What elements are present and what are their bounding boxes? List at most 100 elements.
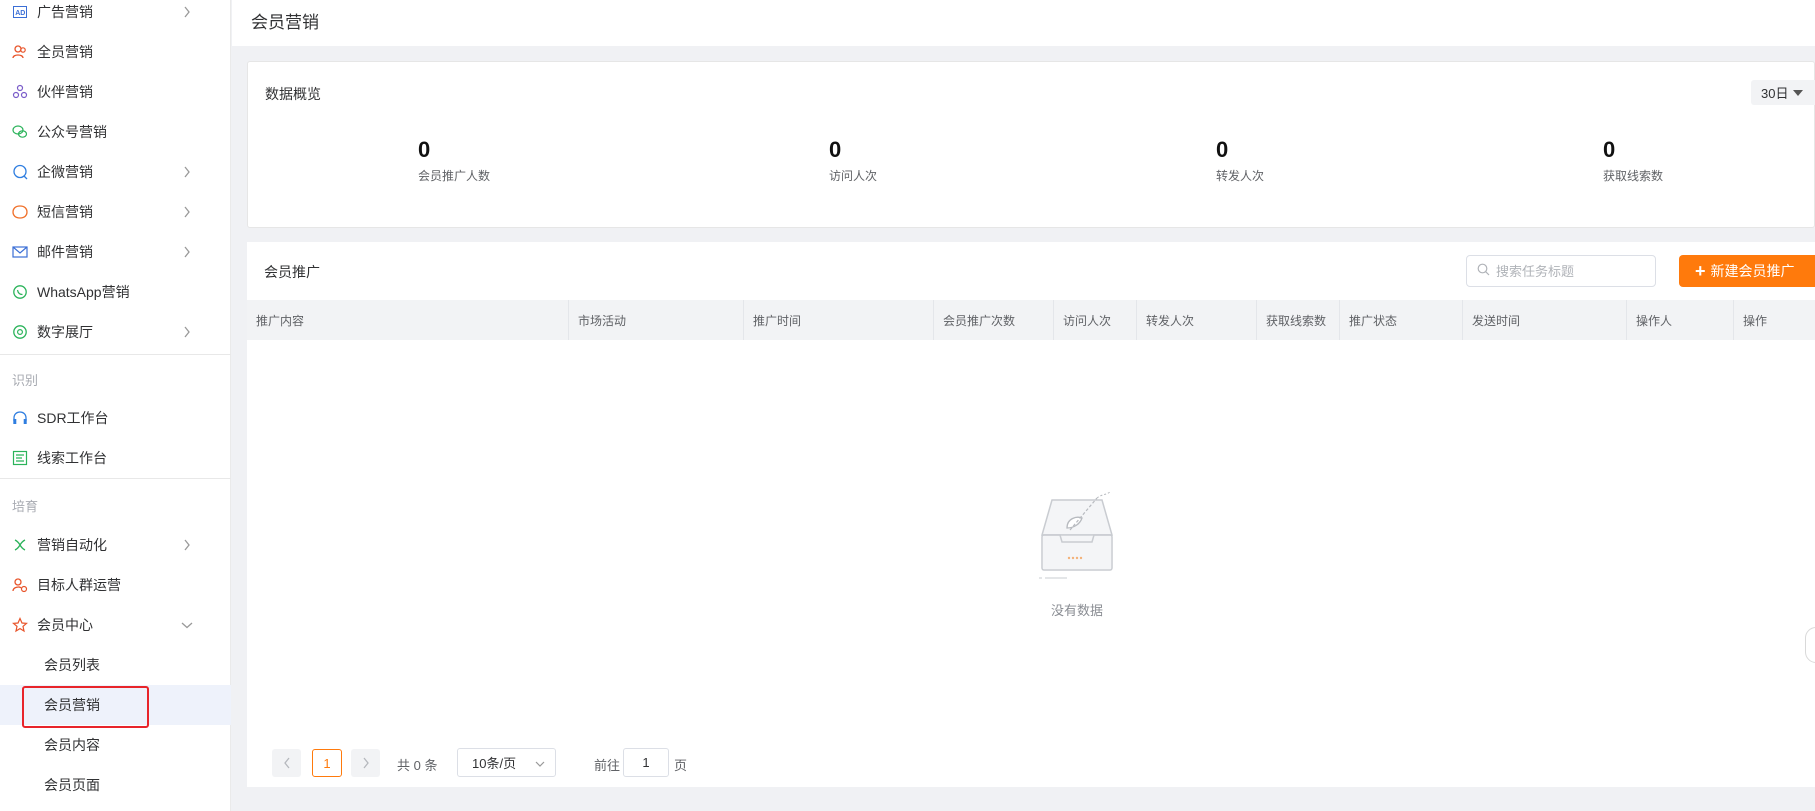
people-icon xyxy=(12,44,28,60)
group-label-nurture: 培育 xyxy=(12,499,39,514)
promotion-card: 会员推广 + 新建会员推广 推广内容 市场活动 推广时间 会员推广次数 访问人次… xyxy=(247,242,1815,787)
sms-icon xyxy=(12,204,28,220)
column-header: 推广状态 xyxy=(1340,300,1463,340)
stat-label: 访问人次 xyxy=(829,169,878,183)
sidebar-item-partner-marketing[interactable]: 伙伴营销 xyxy=(0,72,231,112)
column-header: 访问人次 xyxy=(1054,300,1137,340)
audience-icon xyxy=(12,577,28,593)
page-size-value: 10条/页 xyxy=(472,756,517,771)
column-header: 会员推广次数 xyxy=(934,300,1054,340)
showroom-icon xyxy=(12,324,28,340)
goto-label: 前往 xyxy=(594,758,621,773)
stat-member-promoters: 0 会员推广人数 xyxy=(418,137,490,184)
sidebar-item-label: 线索工作台 xyxy=(37,450,107,466)
pagination: 1 共 0 条 10条/页 前往 页 xyxy=(247,740,1815,787)
automation-icon xyxy=(12,537,28,553)
stat-value: 0 xyxy=(1216,137,1229,162)
sidebar-item-label: 数字展厅 xyxy=(37,324,93,340)
search-icon xyxy=(1477,263,1490,279)
page-title: 会员营销 xyxy=(251,13,319,32)
stat-value: 0 xyxy=(1603,137,1616,162)
sidebar-item-label: 伙伴营销 xyxy=(37,84,93,100)
chevron-left-icon xyxy=(283,757,290,769)
sidebar-item-sdr-workbench[interactable]: SDR工作台 xyxy=(0,398,231,438)
sidebar-item-label: 公众号营销 xyxy=(37,124,107,140)
divider xyxy=(0,478,231,479)
column-header: 发送时间 xyxy=(1463,300,1627,340)
empty-state: 没有数据 xyxy=(987,490,1167,619)
next-page-button[interactable] xyxy=(351,749,380,777)
sidebar-item-lead-workbench[interactable]: 线索工作台 xyxy=(0,438,231,478)
goto-page-input[interactable] xyxy=(623,748,669,777)
sidebar-item-label: SDR工作台 xyxy=(37,410,109,426)
sidebar-item-label: 目标人群运营 xyxy=(37,577,121,593)
stat-label: 获取线索数 xyxy=(1603,169,1664,183)
column-header: 转发人次 xyxy=(1137,300,1257,340)
ad-icon: AD xyxy=(12,4,28,20)
chevron-right-icon xyxy=(362,757,369,769)
page-size-select[interactable]: 10条/页 xyxy=(457,748,556,777)
search-box xyxy=(1466,255,1656,287)
highlight-box xyxy=(22,686,149,728)
mail-icon xyxy=(12,244,28,260)
sidebar-item-target-audience[interactable]: 目标人群运营 xyxy=(0,565,231,605)
page-header: 会员营销 xyxy=(232,0,1815,46)
period-select[interactable]: 30日 xyxy=(1751,80,1815,105)
sidebar-subitem-member-pages[interactable]: 会员页面 xyxy=(0,765,231,805)
stat-value: 0 xyxy=(829,137,842,162)
headset-icon xyxy=(12,410,28,426)
sidebar-item-label: 全员营销 xyxy=(37,44,93,60)
chevron-right-icon xyxy=(179,204,195,220)
new-member-promotion-button[interactable]: + 新建会员推广 xyxy=(1679,255,1815,287)
sidebar-subitem-member-list[interactable]: 会员列表 xyxy=(0,645,231,685)
table-header: 推广内容 市场活动 推广时间 会员推广次数 访问人次 转发人次 获取线索数 推广… xyxy=(247,300,1815,340)
total-count: 共 0 条 xyxy=(397,758,438,773)
stat-label: 会员推广人数 xyxy=(418,169,491,183)
sidebar-item-official-account[interactable]: 公众号营销 xyxy=(0,112,231,152)
sidebar-item-whatsapp-marketing[interactable]: WhatsApp营销 xyxy=(0,272,231,312)
chevron-right-icon xyxy=(179,164,195,180)
svg-text:AD: AD xyxy=(15,10,25,17)
sidebar-item-mail-marketing[interactable]: 邮件营销 xyxy=(0,232,231,272)
plus-icon: + xyxy=(1695,261,1706,281)
column-header: 推广内容 xyxy=(247,300,569,340)
wechat-icon xyxy=(12,124,28,140)
search-input[interactable] xyxy=(1496,263,1646,279)
column-header: 操作 xyxy=(1743,313,1768,328)
chevron-right-icon xyxy=(179,537,195,553)
sidebar-item-member-center[interactable]: 会员中心 xyxy=(0,605,231,645)
sidebar-item-sms-marketing[interactable]: 短信营销 xyxy=(0,192,231,232)
sidebar-item-label: 广告营销 xyxy=(37,4,93,20)
page-unit-label: 页 xyxy=(674,758,688,773)
chevron-right-icon xyxy=(179,4,195,20)
stat-leads: 0 获取线索数 xyxy=(1603,137,1663,184)
chevron-right-icon xyxy=(179,244,195,260)
empty-text: 没有数据 xyxy=(1050,603,1103,618)
column-header: 获取线索数 xyxy=(1257,300,1340,340)
empty-box-icon xyxy=(1039,491,1113,579)
sidebar-item-marketing-automation[interactable]: 营销自动化 xyxy=(0,525,231,565)
sidebar-item-all-staff-marketing[interactable]: 全员营销 xyxy=(0,32,231,72)
prev-page-button[interactable] xyxy=(272,749,301,777)
sidebar: AD 广告营销 全员营销 伙伴营销 公众号营销 企微营销 短信营销 邮件营销 W… xyxy=(0,0,231,811)
whatsapp-icon xyxy=(12,284,28,300)
floating-edge-button[interactable] xyxy=(1805,627,1815,663)
button-label: 新建会员推广 xyxy=(1710,263,1795,279)
column-header: 推广时间 xyxy=(744,300,934,340)
partner-icon xyxy=(12,84,28,100)
sidebar-item-ad-marketing[interactable]: AD 广告营销 xyxy=(0,0,231,32)
sidebar-item-label: 邮件营销 xyxy=(37,244,93,260)
sidebar-item-label: WhatsApp营销 xyxy=(37,284,130,300)
chevron-right-icon xyxy=(179,324,195,340)
chevron-down-icon xyxy=(179,617,195,633)
chevron-down-icon xyxy=(535,756,545,771)
sidebar-item-digital-showroom[interactable]: 数字展厅 xyxy=(0,312,231,352)
stat-label: 转发人次 xyxy=(1216,169,1265,183)
member-icon xyxy=(12,617,28,633)
sidebar-subitem-member-content[interactable]: 会员内容 xyxy=(0,725,231,765)
caret-down-icon xyxy=(1793,89,1804,96)
stat-value: 0 xyxy=(418,137,431,162)
overview-title: 数据概览 xyxy=(265,86,321,102)
page-number-current[interactable]: 1 xyxy=(312,749,342,777)
sidebar-item-wecom-marketing[interactable]: 企微营销 xyxy=(0,152,231,192)
